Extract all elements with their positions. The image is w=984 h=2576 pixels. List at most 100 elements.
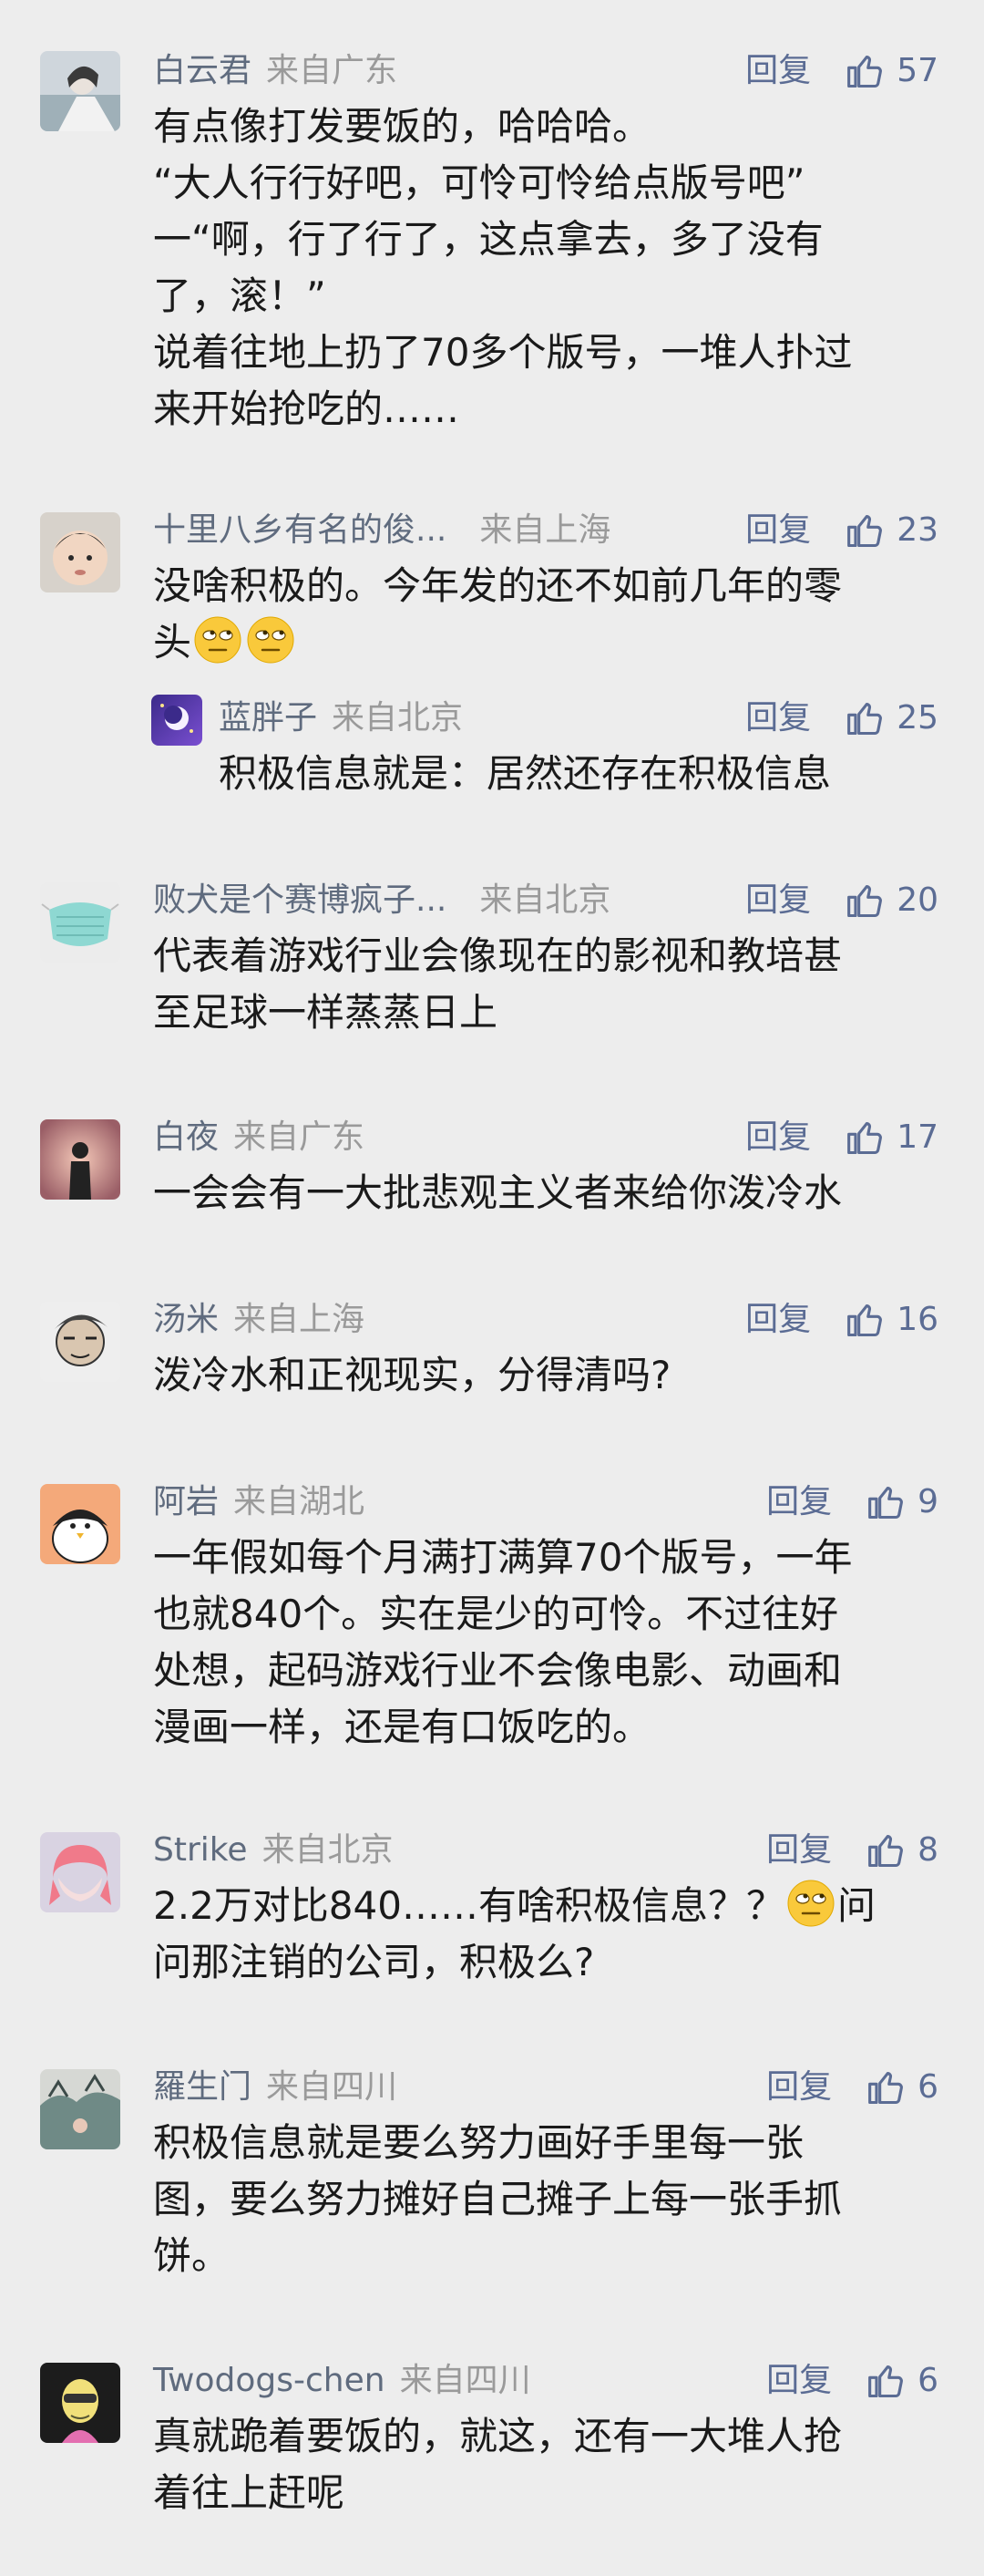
user-name[interactable]: Strike [153, 1831, 247, 1869]
like-count: 20 [897, 881, 938, 919]
like-button[interactable]: 16 [846, 1294, 938, 1345]
avatar-image [40, 2363, 120, 2443]
location-label: 来自北京 [479, 881, 611, 919]
like-count: 6 [917, 2068, 938, 2106]
location-label: 来自北京 [332, 699, 464, 737]
user-name[interactable]: Twodogs-chen [153, 2362, 385, 2399]
comment-text: 一会会有一大批悲观主义者来给你泼冷水 [153, 1165, 937, 1221]
user-name[interactable]: 汤米 [153, 1301, 219, 1338]
reply-button[interactable]: 回复 [745, 505, 811, 556]
comment-line: 也就840个。实在是少的可怜。不过往好 [153, 1592, 839, 1636]
user-name[interactable]: 白夜 [153, 1118, 219, 1156]
like-count: 9 [917, 1483, 938, 1520]
comment-line: 真就跪着要饭的，就这，还有一大堆人抢 [153, 2414, 843, 2458]
comment-line: 2.2万对比840……有啥积极信息？？ 问 [153, 1878, 937, 1934]
location-label: 来自上海 [479, 511, 611, 549]
comment-header: 白云君 来自广东 [153, 46, 397, 97]
user-name[interactable]: 白云君 [153, 52, 251, 89]
location-label: 来自上海 [233, 1301, 365, 1338]
like-button[interactable]: 9 [866, 1477, 938, 1528]
avatar[interactable] [40, 1484, 120, 1564]
thumbs-up-icon [847, 56, 883, 88]
reply-button[interactable]: 回复 [745, 1112, 811, 1163]
reply-button[interactable]: 回复 [766, 1825, 832, 1876]
reply-button[interactable]: 回复 [745, 1294, 811, 1345]
user-name[interactable]: 阿岩 [153, 1483, 219, 1520]
like-count: 25 [897, 699, 938, 737]
comment-line: 至足球一样蒸蒸日上 [153, 990, 498, 1035]
location-label: 来自四川 [399, 2362, 531, 2399]
like-button[interactable]: 23 [846, 505, 938, 556]
thumbs-up-icon [847, 885, 883, 918]
comment-actions: 回复 23 [745, 505, 938, 556]
comment-actions: 回复 20 [745, 875, 938, 926]
thumbs-up-icon [868, 1487, 904, 1520]
thumbs-up-icon [868, 1835, 904, 1868]
like-button[interactable]: 57 [846, 46, 938, 97]
like-button[interactable]: 8 [866, 1825, 938, 1876]
comment-actions: 回复 16 [745, 1294, 938, 1345]
reply-button[interactable]: 回复 [766, 2062, 832, 2113]
avatar[interactable] [40, 512, 120, 592]
avatar[interactable] [40, 2363, 120, 2443]
like-button[interactable]: 20 [846, 875, 938, 926]
comment-text: 一年假如每个月满打满算70个版号，一年 也就840个。实在是少的可怜。不过往好 … [153, 1530, 937, 1756]
user-name[interactable]: 羅生门 [153, 2068, 251, 2106]
reply-button[interactable]: 回复 [766, 1477, 832, 1528]
user-name[interactable]: 蓝胖子 [219, 699, 317, 737]
comment-line: 积极信息就是要么努力画好手里每一张 [153, 2120, 805, 2165]
like-count: 16 [897, 1301, 938, 1338]
location-label: 来自四川 [266, 2068, 398, 2106]
thumbs-up-icon [847, 703, 883, 736]
comment-line: 有点像打发要饭的，哈哈哈。 [153, 104, 651, 149]
like-button[interactable]: 17 [846, 1112, 938, 1163]
avatar[interactable] [40, 2069, 120, 2149]
avatar-image [40, 1832, 120, 1912]
like-button[interactable]: 6 [866, 2062, 938, 2113]
reply-header: 蓝胖子 来自北京 [219, 693, 463, 744]
comment-line: 一“啊，行了行了，这点拿去，多了没有 [153, 217, 824, 262]
eye-roll-emoji-icon [246, 615, 295, 665]
comment-header: 败犬是个赛博疯子... 来自北京 [153, 875, 610, 926]
comment-text: 泼冷水和正视现实，分得清吗? [153, 1347, 937, 1404]
reply-button[interactable]: 回复 [745, 693, 811, 744]
comment-line: 处想，起码游戏行业不会像电影、动画和 [153, 1648, 843, 1693]
reply-button[interactable]: 回复 [766, 2355, 832, 2406]
avatar[interactable] [40, 1832, 120, 1912]
thumbs-up-icon [847, 1304, 883, 1337]
user-name[interactable]: 败犬是个赛博疯子... [153, 881, 446, 919]
comment-actions: 回复 6 [766, 2355, 938, 2406]
comment-line: 来开始抢吃的…… [153, 386, 460, 431]
comment-line-text: 问 [836, 1883, 876, 1928]
avatar[interactable] [40, 1302, 120, 1382]
reply-button[interactable]: 回复 [745, 46, 811, 97]
avatar-image [151, 695, 202, 746]
avatar[interactable] [40, 51, 120, 131]
comment-line-text: 2.2万对比840……有啥积极信息？？ [153, 1883, 784, 1928]
comment-header: 白夜 来自广东 [153, 1112, 364, 1163]
location-label: 来自北京 [261, 1831, 394, 1869]
like-count: 8 [917, 1831, 938, 1869]
avatar[interactable] [40, 1119, 120, 1200]
comment-header: 阿岩 来自湖北 [153, 1477, 364, 1528]
avatar-image [40, 51, 120, 131]
location-label: 来自湖北 [233, 1483, 365, 1520]
comment-line: 问那注销的公司，积极么? [153, 1940, 595, 1984]
reply-line: 积极信息就是：居然还存在积极信息 [219, 751, 832, 796]
comment-header: 十里八乡有名的俊... 来自上海 [153, 505, 610, 556]
user-name[interactable]: 十里八乡有名的俊... [153, 511, 446, 549]
like-button[interactable]: 6 [866, 2355, 938, 2406]
comment-line: 漫画一样，还是有口饭吃的。 [153, 1705, 651, 1749]
comment-list: 白云君 来自广东 回复 57 有点像打发要饭的，哈哈哈。 “大人行行好吧，可怜可怜… [0, 0, 984, 2576]
comment-line-text: 头 [153, 620, 192, 665]
comment-header: 羅生门 来自四川 [153, 2062, 397, 2113]
avatar-image [40, 512, 120, 592]
comment-line: “大人行行好吧，可怜可怜给点版号吧” [153, 160, 805, 205]
avatar[interactable] [151, 695, 202, 746]
comment-actions: 回复 6 [766, 2062, 938, 2113]
reply-button[interactable]: 回复 [745, 875, 811, 926]
avatar[interactable] [40, 882, 120, 963]
like-button[interactable]: 25 [846, 693, 938, 744]
like-count: 57 [897, 52, 938, 89]
reply-text: 积极信息就是：居然还存在积极信息 [219, 746, 948, 802]
